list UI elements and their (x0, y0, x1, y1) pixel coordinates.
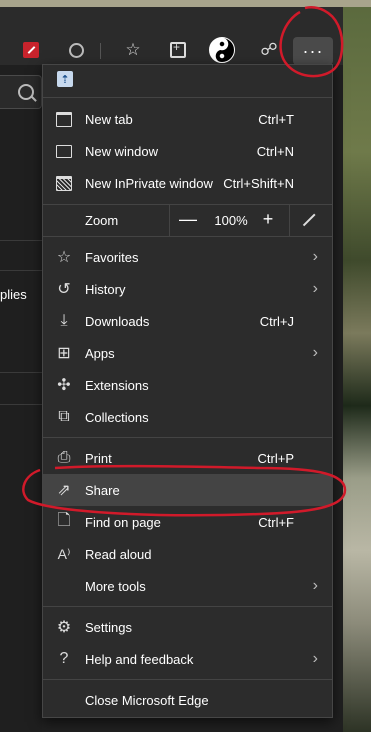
settings-and-more-button[interactable]: ··· (293, 37, 333, 65)
menu-item-label: New window (85, 143, 158, 159)
printer-icon: ⎙ (57, 449, 71, 466)
background-photo (343, 7, 371, 732)
toolbar-divider (100, 43, 101, 59)
window-frame-top (0, 0, 371, 7)
red-extension-icon[interactable] (18, 37, 44, 63)
menu-item-shortcut: Ctrl+T (258, 111, 294, 127)
favorites-star-icon[interactable]: ☆ (120, 37, 146, 63)
zoom-divider (169, 204, 170, 236)
page-divider (0, 404, 42, 405)
menu-item-label: Close Microsoft Edge (85, 692, 209, 708)
page-content-left (0, 65, 42, 732)
chevron-right-icon: › (312, 344, 318, 361)
settings-and-more-menu: ⇡ New tab Ctrl+T New window Ctrl+N New I… (42, 64, 333, 718)
menu-item-shortcut: Ctrl+N (256, 143, 294, 159)
fullscreen-icon[interactable] (299, 210, 319, 230)
menu-item-print[interactable]: ⎙ Print Ctrl+P (43, 442, 332, 474)
menu-item-new-inprivate-window[interactable]: New InPrivate window Ctrl+Shift+N (43, 167, 332, 199)
menu-item-extensions[interactable]: ✣ Extensions (43, 369, 332, 401)
chevron-right-icon: › (312, 650, 318, 667)
menu-item-label: History (85, 281, 126, 297)
apps-grid-icon: ⊞ (57, 345, 71, 362)
page-divider (0, 270, 42, 271)
download-icon: ⤓ (60, 312, 68, 329)
menu-item-shortcut: Ctrl+Shift+N (223, 175, 294, 191)
menu-item-share[interactable]: ⇗ Share (43, 474, 332, 506)
zoom-level: 100% (214, 213, 248, 228)
read-aloud-icon: A⁾ (57, 545, 71, 562)
menu-item-label: Print (85, 450, 112, 466)
page-text-snippet: plies (0, 287, 27, 302)
menu-item-shortcut: Ctrl+P (257, 450, 294, 466)
menu-item-label: Downloads (85, 313, 150, 329)
zoom-out-button[interactable]: — (175, 206, 201, 234)
menu-item-help-and-feedback[interactable]: ? Help and feedback › (43, 643, 332, 675)
feedback-icon[interactable]: ☍ (256, 37, 282, 63)
page-divider (0, 240, 42, 241)
chevron-right-icon: › (312, 280, 318, 297)
inprivate-icon (55, 174, 73, 192)
collections-icon: ⧉ (58, 408, 70, 425)
menu-item-label: Favorites (85, 249, 139, 265)
menu-item-shortcut: Ctrl+F (258, 514, 294, 530)
menu-item-settings[interactable]: ⚙ Settings (43, 611, 332, 643)
page-search-box[interactable] (0, 75, 42, 109)
new-tab-icon (55, 110, 73, 128)
menu-item-label: New InPrivate window (85, 175, 213, 191)
menu-item-label: Share (85, 482, 120, 498)
help-icon: ? (59, 650, 69, 667)
menu-item-label: Settings (85, 619, 132, 635)
menu-item-label: Read aloud (85, 546, 152, 562)
chevron-right-icon: › (312, 248, 318, 265)
menu-separator (43, 606, 332, 607)
share-icon: ⇗ (57, 482, 71, 499)
menu-item-label: New tab (85, 111, 133, 127)
pin-toolbar-icon[interactable]: ⇡ (57, 71, 73, 87)
yin-yang-profile-icon[interactable] (208, 36, 236, 64)
page-divider (0, 372, 42, 373)
lightbulb-extension-icon[interactable] (63, 37, 89, 63)
menu-item-downloads[interactable]: ⤓ Downloads Ctrl+J (43, 305, 332, 337)
menu-item-new-window[interactable]: New window Ctrl+N (43, 135, 332, 167)
new-window-icon (55, 142, 73, 160)
menu-item-new-tab[interactable]: New tab Ctrl+T (43, 103, 332, 135)
collections-icon[interactable] (165, 37, 191, 63)
menu-item-label: Collections (85, 409, 149, 425)
zoom-label: Zoom (85, 213, 119, 228)
browser-toolbar: ☆ ☍ ··· (0, 7, 343, 65)
menu-item-find-on-page[interactable]: 🗋 Find on page Ctrl+F (43, 506, 332, 538)
history-icon: ↺ (57, 281, 71, 298)
menu-separator (43, 236, 332, 237)
menu-item-favorites[interactable]: ☆ Favorites › (43, 241, 332, 273)
menu-item-more-tools[interactable]: More tools › (43, 570, 332, 602)
menu-item-read-aloud[interactable]: A⁾ Read aloud (43, 538, 332, 570)
gear-icon: ⚙ (56, 619, 72, 636)
menu-item-history[interactable]: ↺ History › (43, 273, 332, 305)
menu-separator (43, 97, 332, 98)
menu-separator (43, 437, 332, 438)
menu-item-apps[interactable]: ⊞ Apps › (43, 337, 332, 369)
favorites-icon: ☆ (56, 249, 72, 266)
menu-separator (43, 679, 332, 680)
zoom-divider (289, 204, 290, 236)
zoom-row: Zoom — 100% + (43, 204, 332, 236)
find-on-page-icon: 🗋 (57, 511, 71, 529)
zoom-in-button[interactable]: + (255, 206, 281, 234)
chevron-right-icon: › (312, 577, 318, 594)
extensions-puzzle-icon: ✣ (57, 377, 71, 394)
menu-item-collections[interactable]: ⧉ Collections (43, 401, 332, 433)
search-icon (18, 84, 34, 100)
menu-item-close-edge[interactable]: Close Microsoft Edge (43, 684, 332, 716)
menu-item-label: Apps (85, 345, 115, 361)
menu-item-label: Extensions (85, 377, 149, 393)
menu-item-label: More tools (85, 578, 146, 594)
menu-item-shortcut: Ctrl+J (259, 313, 294, 329)
menu-item-label: Find on page (85, 514, 161, 530)
menu-item-label: Help and feedback (85, 651, 194, 667)
